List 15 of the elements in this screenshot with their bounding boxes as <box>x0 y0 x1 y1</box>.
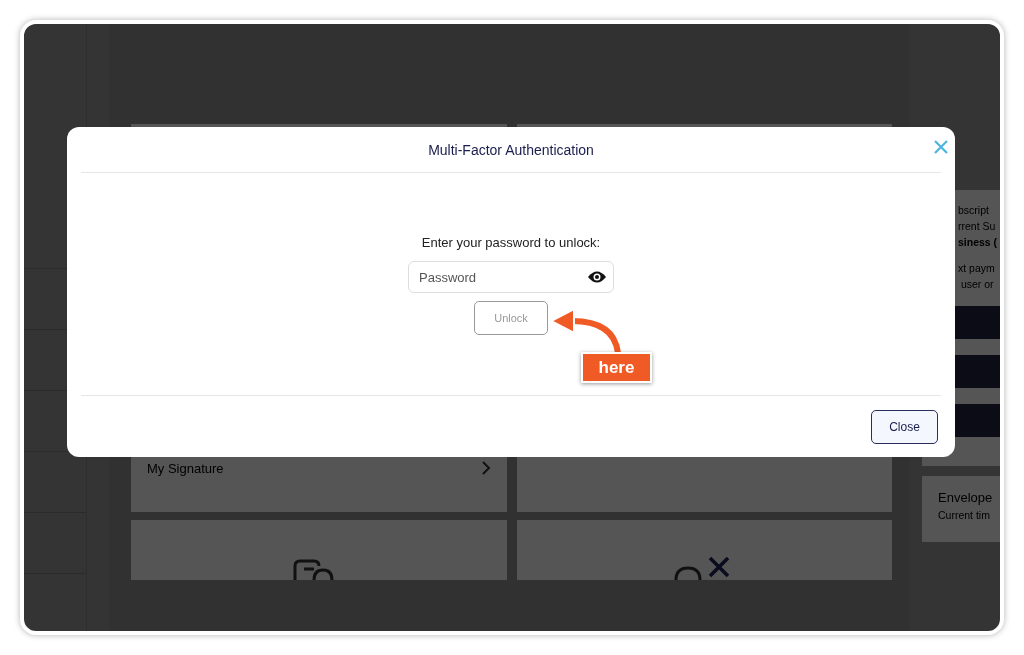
chevron-right-icon <box>480 460 491 476</box>
prompt-text: Enter your password to unlock: <box>421 235 601 250</box>
panel-text: user or <box>959 278 994 290</box>
modal-title: Multi-Factor Authentication <box>428 141 594 158</box>
close-button[interactable]: Close <box>871 409 938 444</box>
card-title: My Signature <box>147 460 224 476</box>
annotation-label: here <box>581 352 652 383</box>
eye-icon[interactable] <box>587 270 607 284</box>
section-text: Current tim <box>938 509 991 521</box>
section-title: Envelope <box>938 490 994 505</box>
panel-text: rrent Su <box>958 220 996 232</box>
panel-text: bscript <box>958 204 989 216</box>
password-field[interactable]: Password <box>408 261 614 293</box>
panel-text: xt paym <box>958 262 995 274</box>
panel-text: siness ( <box>958 236 998 248</box>
